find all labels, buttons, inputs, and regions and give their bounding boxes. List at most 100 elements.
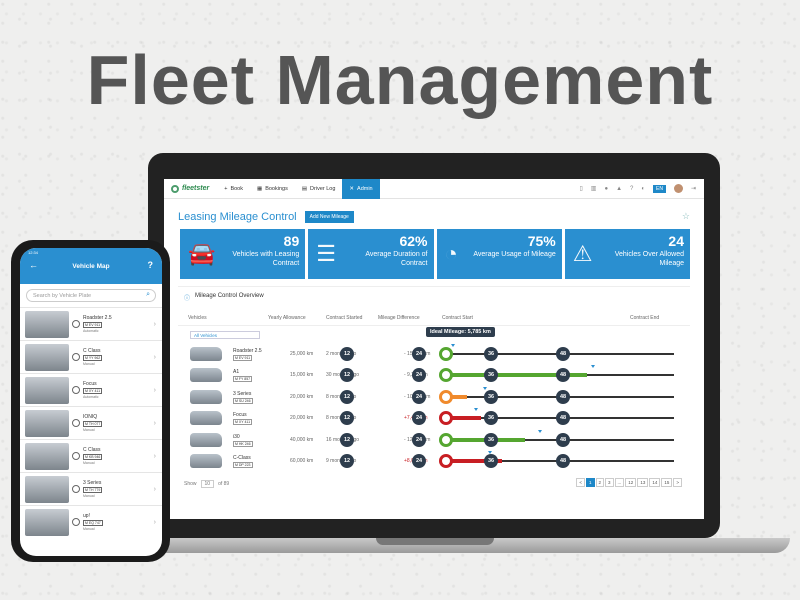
transmission: Manual [83,428,95,432]
vehicle-thumbnail [25,310,69,338]
avatar[interactable] [673,184,683,193]
logout-icon[interactable]: ⇥ [691,185,696,192]
book-icon: ▤ [301,185,308,192]
col-vehicles[interactable]: Vehicles [188,315,268,321]
month-marker: 24 [412,433,426,447]
globe-icon[interactable]: ◐ [641,186,645,192]
status-indicator [439,347,453,361]
kpi-card-usage: ◔ 75% Average Usage of Mileage [436,229,562,279]
info-icon[interactable]: ● [604,186,608,192]
kpi-label: Average Duration of Contract [365,251,428,267]
clock-list-icon: ☰ [316,241,336,266]
month-marker: 48 [556,454,570,468]
col-difference[interactable]: Mileage Difference [378,315,442,321]
month-marker: 36 [484,454,498,468]
month-marker: 36 [484,390,498,404]
vehicle-list-item[interactable]: Focus M XY 411 Automatic › [20,373,162,406]
status-indicator [439,390,453,404]
transmission: Automatic [83,329,99,333]
table-row[interactable]: Roadster 2.5 M EV 911 25,000 km 2 months… [190,344,690,364]
phone-screen: 12:34 ← Vehicle Map ? Search by Vehicle … [20,248,162,556]
table-header: Vehicles Yearly Allowance Contract Start… [178,308,690,326]
vehicle-filter[interactable]: All Vehicles [190,331,260,339]
kpi-label: Vehicles with Leasing Contract [232,251,300,267]
vehicle-list-item[interactable]: C Class M KB 946 Manual › [20,439,162,472]
vehicle-plate: M DP 223 [233,462,253,468]
chevron-right-icon: › [153,386,156,394]
page-15[interactable]: 15 [661,478,673,487]
page-13[interactable]: 13 [637,478,649,487]
table-row[interactable]: A1 M FY 857 15,000 km 30 months ago - 9,… [190,365,690,385]
vehicle-plate: M EV 911 [233,355,253,361]
month-marker: 36 [484,433,498,447]
kpi-card-over: ⚠ 24 Vehicles Over Allowed Mileage [564,229,690,279]
page-1[interactable]: 1 [585,478,595,487]
star-icon[interactable]: ☆ [682,211,690,222]
ideal-mileage-tooltip: Ideal Mileage: 5,785 km [426,327,495,337]
nav-bookings[interactable]: ▦ Bookings [250,179,295,199]
status-indicator [439,433,453,447]
page-2[interactable]: 2 [595,478,605,487]
help-icon[interactable]: ? [148,260,154,270]
vehicle-list-item[interactable]: 3 Series M TH 779 Manual › [20,472,162,505]
vehicle-name: C-Class [233,455,251,461]
car-icon: 🚘 [188,241,216,266]
vehicle-thumbnail [190,390,222,404]
chart-icon[interactable]: ▥ [591,185,597,192]
page-12[interactable]: 12 [625,478,637,487]
nav-book[interactable]: + Book [217,179,250,199]
vehicle-list-item[interactable]: IONIQ M TH 077 Manual › [20,406,162,439]
kpi-label: Average Usage of Mileage [473,251,556,258]
nav-label: Bookings [265,185,288,192]
bell-icon[interactable]: ▲ [616,186,622,192]
per-page-select[interactable]: 10 [200,480,215,488]
search-placeholder: Search by Vehicle Plate [33,293,92,299]
brand-logo-icon [72,452,80,460]
vehicle-thumbnail [25,376,69,404]
language-badge[interactable]: EN [653,184,666,193]
page-14[interactable]: 14 [649,478,661,487]
vehicle-name: C Class [83,447,101,453]
table-row[interactable]: i30 M HK 246 40,000 km 16 months ago - 1… [190,430,690,450]
kpi-value: 24 [668,233,684,249]
nav-driver-log[interactable]: ▤ Driver Log [295,179,343,199]
vehicle-name: Roadster 2.5 [233,348,262,354]
app-logo[interactable]: fleetster [164,184,217,193]
vehicle-list-item[interactable]: Roadster 2.5 M EV 911 Automatic › [20,307,162,340]
vehicle-name: C Class [83,348,101,354]
yearly-allowance: 15,000 km [290,372,314,378]
table-row[interactable]: Focus M XY 411 20,000 km 8 months ago +7… [190,408,690,428]
help-icon[interactable]: ? [630,186,633,192]
plus-icon: + [224,185,228,192]
month-marker: 48 [556,390,570,404]
vehicle-plate: M XY 411 [233,419,253,425]
nav-admin[interactable]: ✕ Admin [342,179,380,199]
yearly-allowance: 20,000 km [290,415,314,421]
nav-right: ▯ ▥ ● ▲ ? ◐ EN ⇥ [579,184,704,193]
page-ellipsis: ... [614,478,625,487]
page-next[interactable]: > [673,478,682,487]
phone-title: Vehicle Map [72,263,110,270]
table-row[interactable]: 3 Series M SU 246 20,000 km 8 months ago… [190,387,690,407]
page-prev[interactable]: < [576,478,585,487]
vehicle-plate: M KB 946 [83,454,103,460]
ideal-marker [473,408,478,411]
kpi-cards: 🚘 89 Vehicles with Leasing Contract ☰ 62% Av… [164,225,704,279]
clipboard-icon[interactable]: ▯ [579,185,582,192]
vehicle-plate: M EQ 747 [83,520,103,526]
col-started[interactable]: Contract Started [326,315,378,321]
page-3[interactable]: 3 [605,478,614,487]
search-icon: ⌕ [146,291,150,298]
month-marker: 36 [484,411,498,425]
vehicle-name: Roadster 2.5 [83,315,112,321]
vehicle-name: Focus [233,412,247,418]
vehicle-list-item[interactable]: C Class M YY 962 Manual › [20,340,162,373]
table-row[interactable]: C-Class M DP 223 60,000 km 9 months ago … [190,451,690,471]
plate-search-input[interactable]: Search by Vehicle Plate ⌕ [26,289,156,302]
col-allowance[interactable]: Yearly Allowance [268,315,326,321]
vehicle-list-item[interactable]: up! M EQ 747 Manual › [20,505,162,538]
kpi-card-duration: ☰ 62% Average Duration of Contract [308,229,434,279]
vehicle-plate: M YY 962 [83,355,103,361]
add-mileage-button[interactable]: Add New Mileage [304,210,354,223]
kpi-value: 75% [527,233,556,249]
